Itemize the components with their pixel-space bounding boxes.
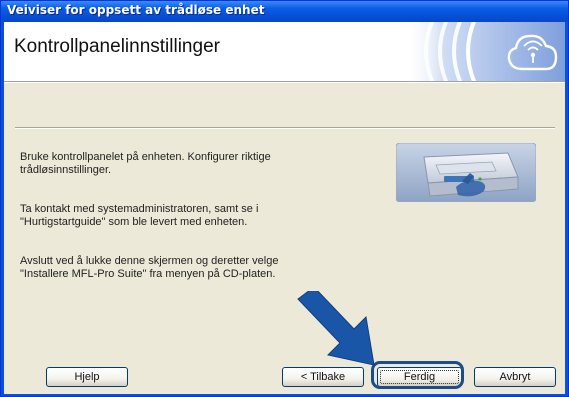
help-button[interactable]: Hjelp [46, 367, 128, 387]
wizard-header: Kontrollpanelinnstillinger [4, 22, 565, 81]
finish-button[interactable]: Ferdig [377, 367, 462, 387]
instruction-text-2: Ta kontakt med systemadministratoren, sa… [20, 203, 259, 228]
printer-control-panel-icon [396, 143, 536, 202]
instruction-text-3: Avslutt ved å lukke denne skjermen og de… [20, 255, 279, 280]
wizard-content: Bruke kontrollpanelet på enheten. Konfig… [4, 83, 565, 394]
instruction-text-1: Bruke kontrollpanelet på enheten. Konfig… [20, 151, 271, 176]
focus-rectangle [380, 370, 459, 384]
wizard-window: Veiviser for oppsett av trådløse enhet K… [0, 0, 569, 397]
title-bar[interactable]: Veiviser for oppsett av trådløse enhet [1, 1, 568, 22]
page-title: Kontrollpanelinnstillinger [14, 36, 220, 57]
content-divider-highlight [15, 128, 555, 129]
wireless-logo-icon [404, 22, 565, 81]
window-title: Veiviser for oppsett av trådløse enhet [7, 3, 265, 17]
cancel-button[interactable]: Avbryt [474, 367, 556, 387]
pointer-arrow-icon [297, 291, 375, 366]
